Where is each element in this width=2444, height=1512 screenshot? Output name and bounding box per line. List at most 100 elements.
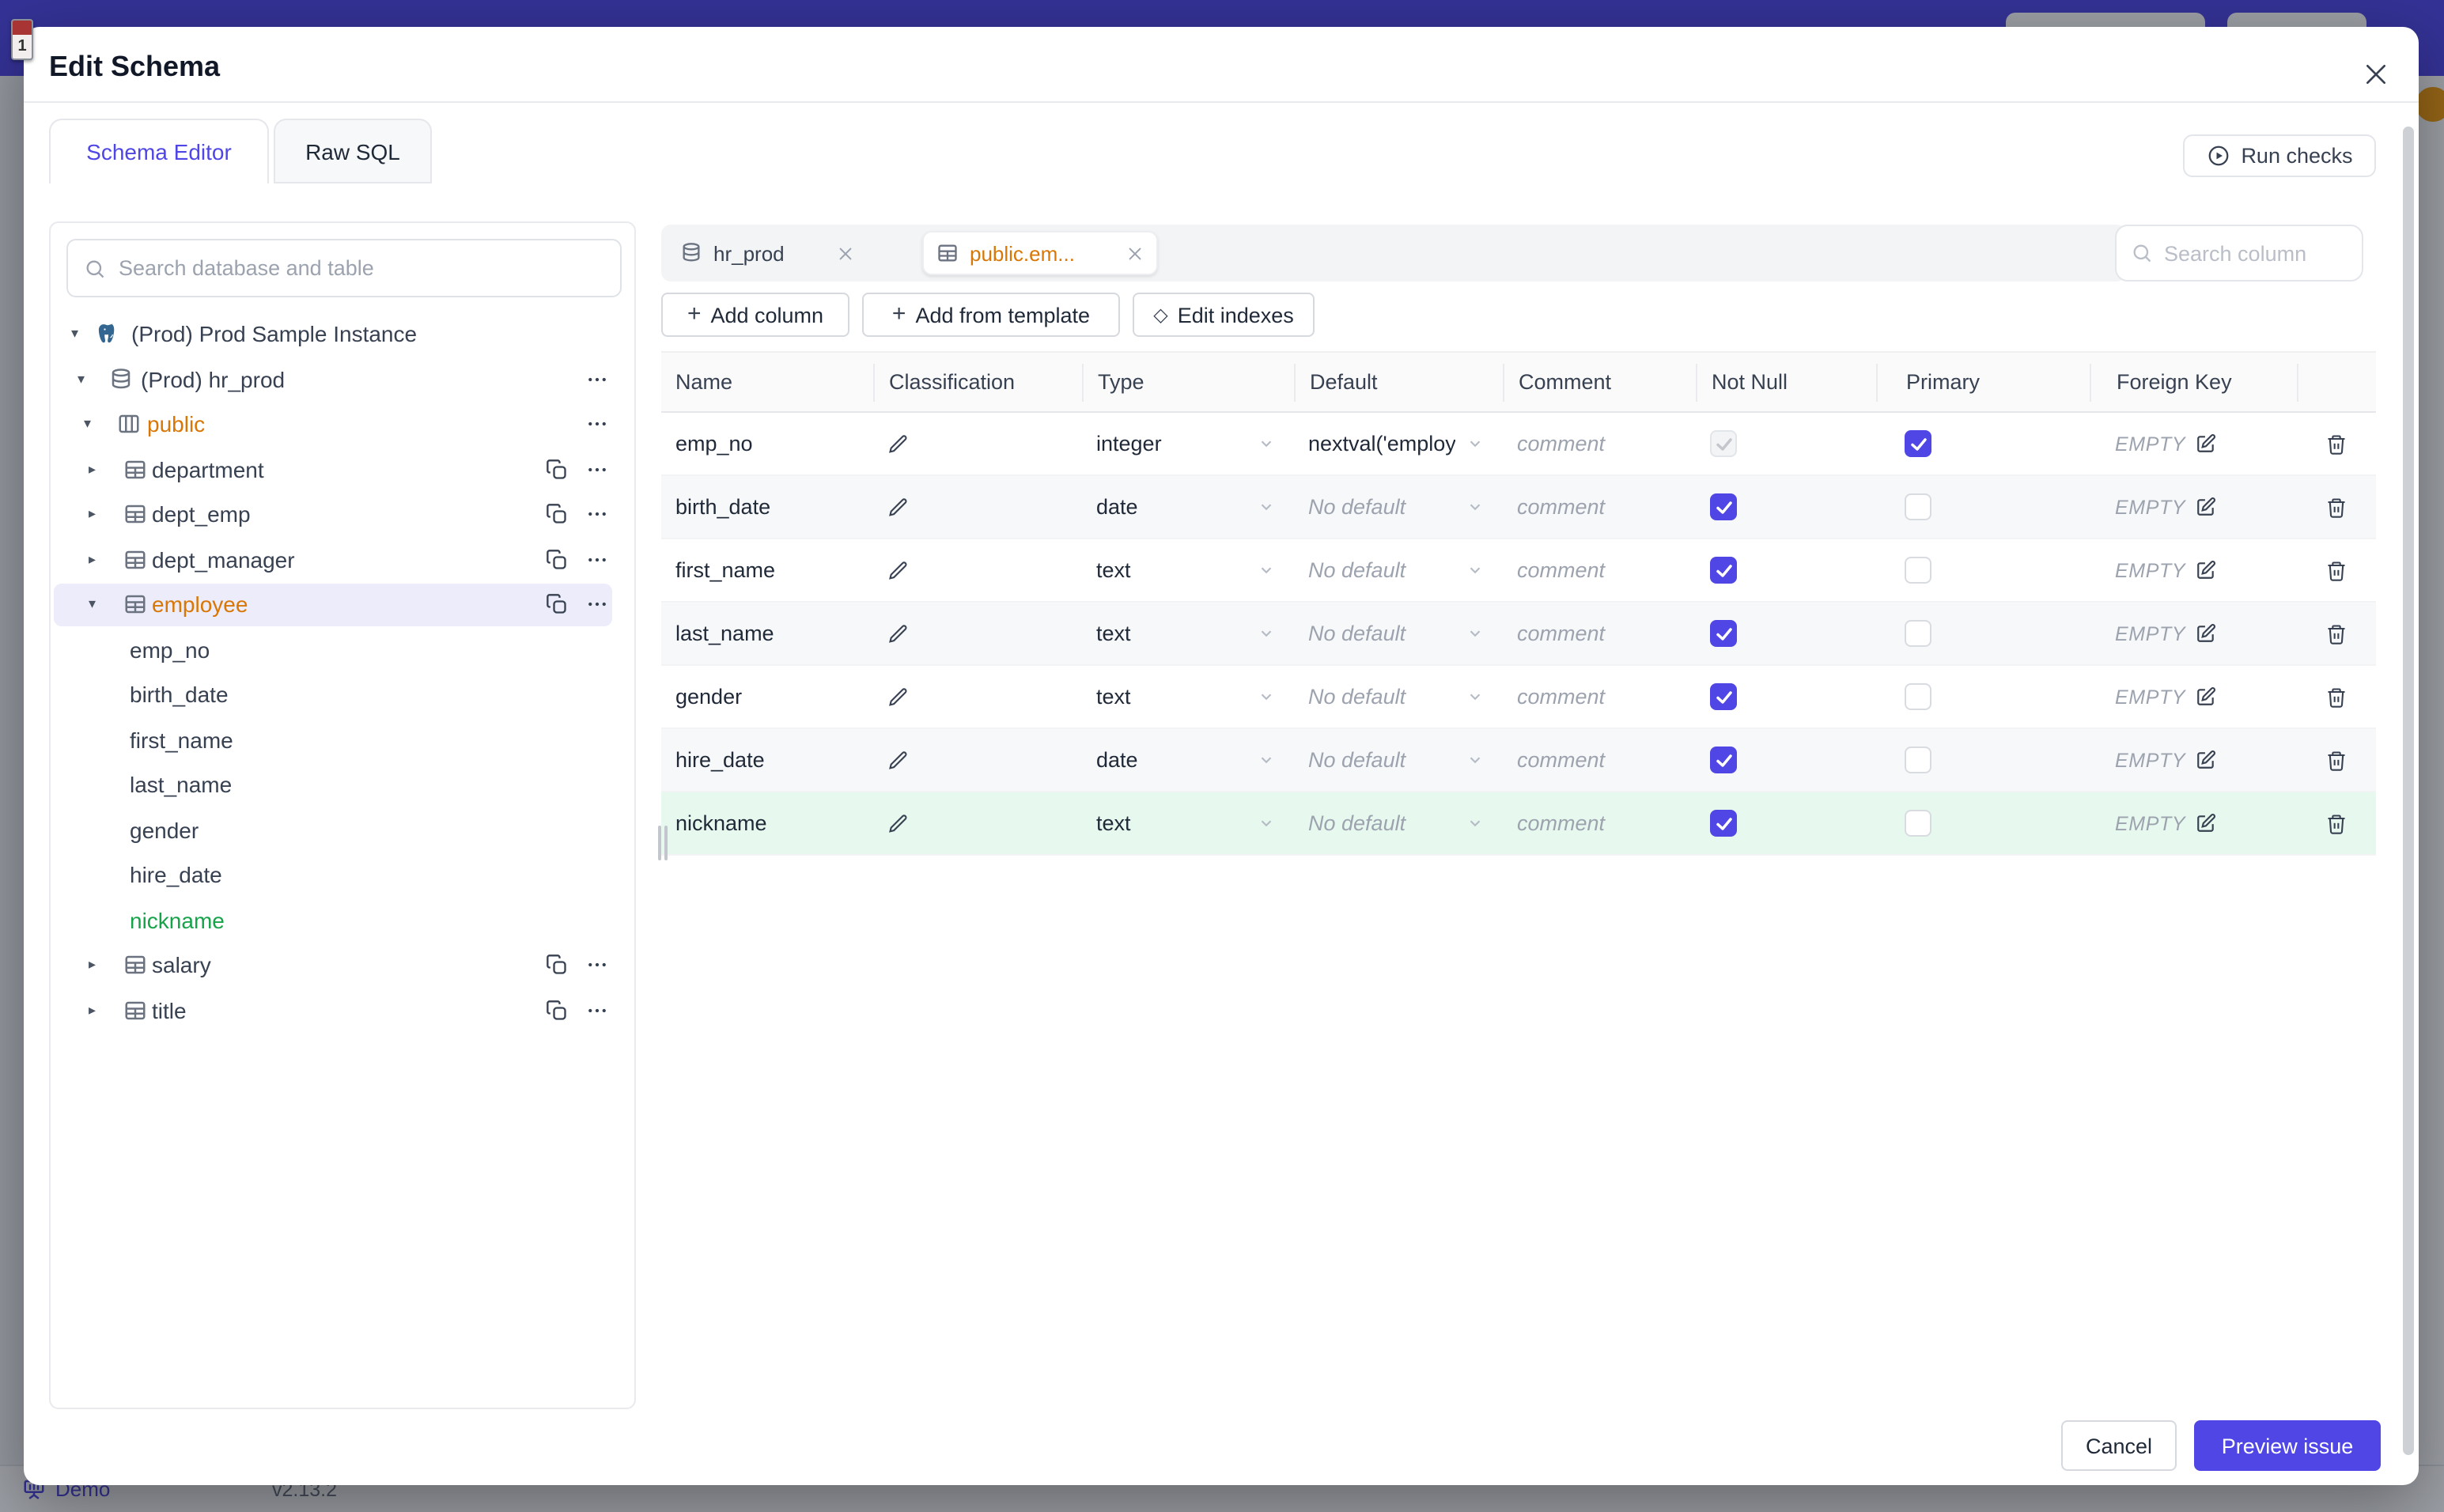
copy-icon[interactable] [546, 954, 568, 977]
column-name[interactable]: emp_no [661, 413, 873, 474]
delete-column-button[interactable] [2297, 476, 2376, 538]
default-select[interactable]: No default [1294, 792, 1503, 854]
comment-field[interactable]: comment [1503, 603, 1696, 664]
add-column-button[interactable]: + Add column [661, 293, 849, 337]
classification-edit[interactable] [873, 792, 1082, 854]
default-select[interactable]: No default [1294, 729, 1503, 791]
tree-search-input[interactable] [119, 256, 604, 280]
column-name[interactable]: first_name [661, 539, 873, 601]
delete-column-button[interactable] [2297, 666, 2376, 728]
close-icon[interactable] [2355, 54, 2397, 95]
tree-item--prod-hr-prod[interactable]: ▾ (Prod) hr_prod [51, 357, 634, 402]
chevron-down-icon[interactable]: ▾ [84, 416, 91, 433]
dialog-scrollbar[interactable] [2403, 127, 2414, 1455]
foreign-key-edit[interactable]: EMPTY [2115, 812, 2215, 834]
more-menu-icon[interactable] [585, 458, 609, 482]
comment-field[interactable]: comment [1503, 413, 1696, 474]
column-search-box[interactable] [2115, 225, 2363, 282]
type-select[interactable]: text [1082, 603, 1294, 664]
delete-column-button[interactable] [2297, 413, 2376, 474]
delete-column-button[interactable] [2297, 792, 2376, 854]
preview-issue-button[interactable]: Preview issue [2194, 1420, 2381, 1471]
foreign-key-edit[interactable]: EMPTY [2115, 622, 2215, 644]
column-name[interactable]: birth_date [661, 476, 873, 538]
tree-item-last-name[interactable]: last_name [51, 762, 634, 807]
editor-tab-hr-prod[interactable]: hr_prod [668, 231, 867, 275]
tree-item-public[interactable]: ▾ public [51, 402, 634, 447]
type-select[interactable]: date [1082, 476, 1294, 538]
tab-schema-editor[interactable]: Schema Editor [49, 119, 269, 183]
tree-item-title[interactable]: ▸ title [51, 988, 634, 1033]
classification-edit[interactable] [873, 539, 1082, 601]
more-menu-icon[interactable] [585, 503, 609, 527]
not-null-checkbox[interactable] [1710, 747, 1737, 773]
tree-item-department[interactable]: ▸ department [51, 447, 634, 492]
chevron-right-icon[interactable]: ▸ [89, 551, 96, 569]
column-name[interactable]: nickname [661, 792, 873, 854]
close-tab-icon[interactable] [1127, 244, 1144, 262]
comment-field[interactable]: comment [1503, 666, 1696, 728]
primary-checkbox[interactable] [1905, 620, 1931, 647]
add-from-template-button[interactable]: + Add from template [862, 293, 1120, 337]
copy-icon[interactable] [546, 504, 568, 526]
copy-icon[interactable] [546, 1000, 568, 1022]
foreign-key-edit[interactable]: EMPTY [2115, 686, 2215, 708]
classification-edit[interactable] [873, 729, 1082, 791]
foreign-key-edit[interactable]: EMPTY [2115, 433, 2215, 455]
type-select[interactable]: integer [1082, 413, 1294, 474]
chevron-right-icon[interactable]: ▸ [89, 461, 96, 478]
primary-checkbox[interactable] [1905, 557, 1931, 584]
classification-edit[interactable] [873, 413, 1082, 474]
primary-checkbox[interactable] [1905, 747, 1931, 773]
chevron-right-icon[interactable]: ▸ [89, 1002, 96, 1019]
more-menu-icon[interactable] [585, 368, 609, 391]
chevron-down-icon[interactable]: ▾ [71, 326, 78, 343]
delete-column-button[interactable] [2297, 729, 2376, 791]
copy-icon[interactable] [546, 594, 568, 616]
tree-item-salary[interactable]: ▸ salary [51, 943, 634, 988]
run-checks-button[interactable]: Run checks [2183, 134, 2376, 177]
tree-search-box[interactable] [66, 239, 622, 297]
not-null-checkbox[interactable] [1710, 620, 1737, 647]
primary-checkbox[interactable] [1905, 810, 1931, 837]
default-select[interactable]: nextval('employ [1294, 413, 1503, 474]
more-menu-icon[interactable] [585, 954, 609, 977]
tree-item-emp-no[interactable]: emp_no [51, 627, 634, 672]
default-select[interactable]: No default [1294, 539, 1503, 601]
type-select[interactable]: date [1082, 729, 1294, 791]
classification-edit[interactable] [873, 666, 1082, 728]
classification-edit[interactable] [873, 603, 1082, 664]
tab-raw-sql[interactable]: Raw SQL [274, 119, 432, 183]
default-select[interactable]: No default [1294, 476, 1503, 538]
comment-field[interactable]: comment [1503, 792, 1696, 854]
primary-checkbox[interactable] [1905, 493, 1931, 520]
tree-item--prod-prod-sample-instance[interactable]: ▾ (Prod) Prod Sample Instance [51, 312, 634, 357]
type-select[interactable]: text [1082, 792, 1294, 854]
default-select[interactable]: No default [1294, 666, 1503, 728]
tree-item-dept-manager[interactable]: ▸ dept_manager [51, 537, 634, 582]
primary-checkbox[interactable] [1905, 683, 1931, 710]
column-search-input[interactable] [2164, 241, 2348, 265]
type-select[interactable]: text [1082, 666, 1294, 728]
cancel-button[interactable]: Cancel [2061, 1420, 2177, 1471]
tree-item-nickname[interactable]: nickname [51, 898, 634, 943]
primary-checkbox[interactable] [1905, 430, 1931, 457]
comment-field[interactable]: comment [1503, 476, 1696, 538]
delete-column-button[interactable] [2297, 539, 2376, 601]
chevron-right-icon[interactable]: ▸ [89, 957, 96, 974]
foreign-key-edit[interactable]: EMPTY [2115, 749, 2215, 771]
panel-resize-handle[interactable] [658, 826, 671, 870]
not-null-checkbox[interactable] [1710, 810, 1737, 837]
delete-column-button[interactable] [2297, 603, 2376, 664]
tree-item-gender[interactable]: gender [51, 807, 634, 852]
not-null-checkbox[interactable] [1710, 683, 1737, 710]
tree-item-employee[interactable]: ▾ employee [51, 582, 634, 627]
foreign-key-edit[interactable]: EMPTY [2115, 559, 2215, 581]
default-select[interactable]: No default [1294, 603, 1503, 664]
comment-field[interactable]: comment [1503, 539, 1696, 601]
not-null-checkbox[interactable] [1710, 493, 1737, 520]
copy-icon[interactable] [546, 459, 568, 481]
close-tab-icon[interactable] [837, 244, 854, 262]
tree-item-hire-date[interactable]: hire_date [51, 852, 634, 898]
chevron-down-icon[interactable]: ▾ [78, 371, 85, 388]
